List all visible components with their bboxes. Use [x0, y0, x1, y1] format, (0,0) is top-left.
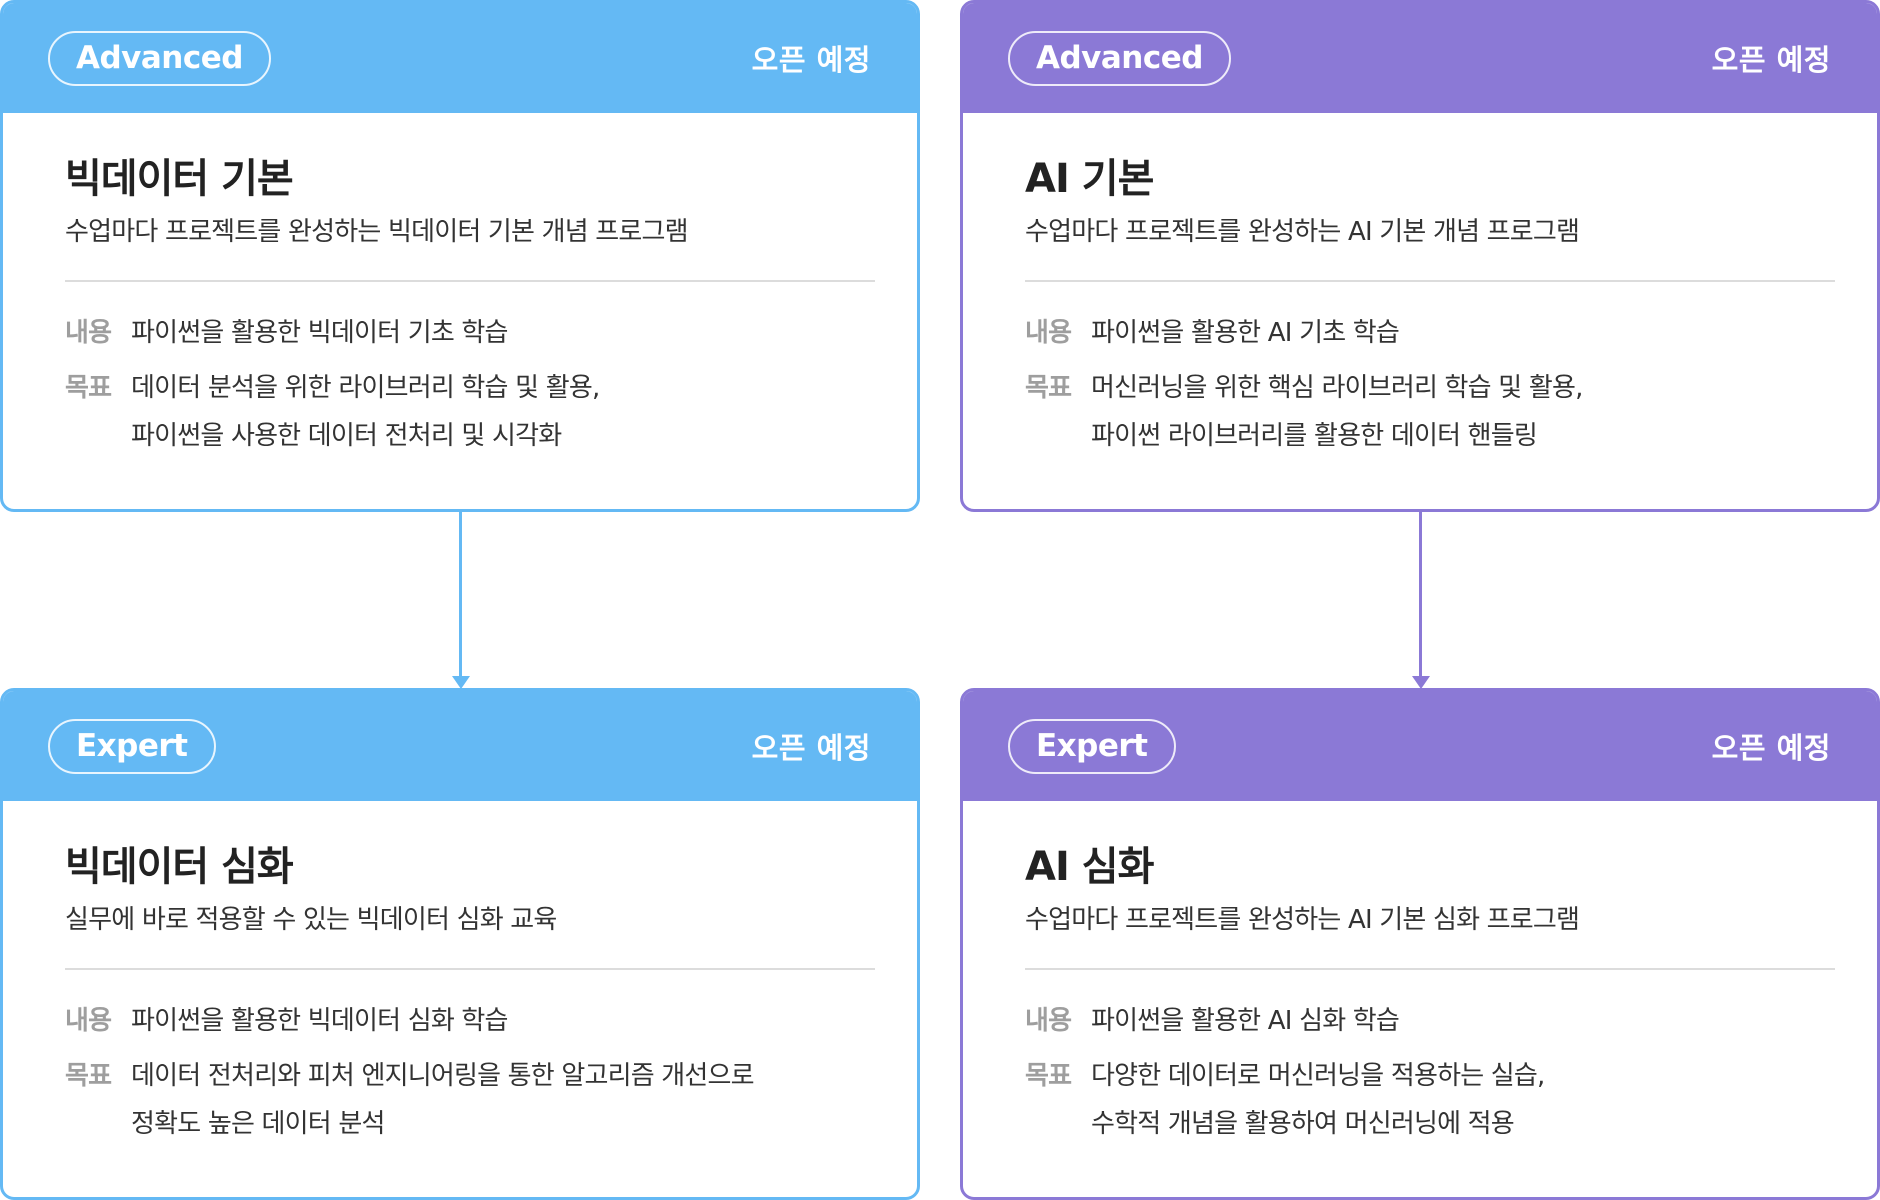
goal-row: 목표 데이터 전처리와 피처 엔지니어링을 통한 알고리즘 개선으로 정확도 높… [65, 1061, 873, 1139]
goal-row: 목표 데이터 분석을 위한 라이브러리 학습 및 활용, 파이썬을 사용한 데이… [65, 373, 873, 451]
card-body: AI 기본 수업마다 프로젝트를 완성하는 AI 기본 개념 프로그램 내용 파… [963, 113, 1877, 452]
content-label: 내용 [65, 318, 112, 349]
course-title: AI 심화 [1025, 844, 1154, 890]
open-status: 오픈 예정 [1711, 43, 1831, 77]
goal-row: 목표 다양한 데이터로 머신러닝을 적용하는 실습, 수학적 개념을 활용하여 … [1025, 1061, 1833, 1139]
course-card-bigdata-basic[interactable]: Advanced 오픈 예정 빅데이터 기본 수업마다 프로젝트를 완성하는 빅… [0, 0, 920, 512]
open-status: 오픈 예정 [1711, 731, 1831, 765]
course-description: 수업마다 프로젝트를 완성하는 AI 기본 심화 프로그램 [1025, 905, 1580, 935]
goal-line: 머신러닝을 위한 핵심 라이브러리 학습 및 활용, [1091, 373, 1583, 404]
content-row: 내용 파이썬을 활용한 빅데이터 심화 학습 [65, 1006, 873, 1037]
card-body: 빅데이터 기본 수업마다 프로젝트를 완성하는 빅데이터 기본 개념 프로그램 … [3, 113, 917, 452]
content-row: 내용 파이썬을 활용한 빅데이터 기초 학습 [65, 318, 873, 349]
course-title: AI 기본 [1025, 156, 1154, 202]
goal-label: 목표 [65, 1061, 112, 1092]
goal-line: 파이썬을 사용한 데이터 전처리 및 시각화 [131, 420, 562, 451]
goal-value: 데이터 전처리와 피처 엔지니어링을 통한 알고리즘 개선으로 정확도 높은 데… [131, 1061, 755, 1139]
card-header: Advanced 오픈 예정 [3, 3, 917, 113]
goal-line: 다양한 데이터로 머신러닝을 적용하는 실습, [1091, 1061, 1545, 1092]
divider [65, 280, 875, 283]
course-title: 빅데이터 기본 [65, 156, 294, 202]
connector-line-ai [1419, 512, 1422, 679]
course-card-ai-advanced[interactable]: Expert 오픈 예정 AI 심화 수업마다 프로젝트를 완성하는 AI 기본… [960, 688, 1880, 1200]
goal-line: 정확도 높은 데이터 분석 [131, 1108, 385, 1139]
divider [1025, 968, 1835, 971]
content-label: 내용 [1025, 1006, 1072, 1037]
course-description: 실무에 바로 적용할 수 있는 빅데이터 심화 교육 [65, 905, 557, 935]
open-status: 오픈 예정 [751, 43, 871, 77]
goal-label: 목표 [65, 373, 112, 404]
content-row: 내용 파이썬을 활용한 AI 기초 학습 [1025, 318, 1833, 349]
course-title: 빅데이터 심화 [65, 844, 294, 890]
goal-value: 다양한 데이터로 머신러닝을 적용하는 실습, 수학적 개념을 활용하여 머신러… [1091, 1061, 1545, 1139]
content-value: 파이썬을 활용한 AI 심화 학습 [1091, 1006, 1400, 1037]
course-description: 수업마다 프로젝트를 완성하는 빅데이터 기본 개념 프로그램 [65, 217, 689, 247]
content-value: 파이썬을 활용한 AI 기초 학습 [1091, 318, 1400, 349]
level-badge: Advanced [48, 30, 271, 86]
goal-label: 목표 [1025, 373, 1072, 404]
connector-line-bigdata [459, 512, 462, 679]
course-card-bigdata-advanced[interactable]: Expert 오픈 예정 빅데이터 심화 실무에 바로 적용할 수 있는 빅데이… [0, 688, 920, 1200]
content-value: 파이썬을 활용한 빅데이터 심화 학습 [131, 1006, 508, 1037]
content-label: 내용 [65, 1006, 112, 1037]
goal-value: 데이터 분석을 위한 라이브러리 학습 및 활용, 파이썬을 사용한 데이터 전… [131, 373, 600, 451]
goal-line: 데이터 분석을 위한 라이브러리 학습 및 활용, [131, 373, 600, 404]
divider [65, 968, 875, 971]
goal-line: 수학적 개념을 활용하여 머신러닝에 적용 [1091, 1108, 1515, 1139]
content-label: 내용 [1025, 318, 1072, 349]
level-badge: Expert [48, 718, 216, 774]
level-badge: Advanced [1008, 30, 1231, 86]
divider [1025, 280, 1835, 283]
goal-line: 파이썬 라이브러리를 활용한 데이터 핸들링 [1091, 420, 1538, 451]
course-description: 수업마다 프로젝트를 완성하는 AI 기본 개념 프로그램 [1025, 217, 1580, 247]
goal-label: 목표 [1025, 1061, 1072, 1092]
course-card-ai-basic[interactable]: Advanced 오픈 예정 AI 기본 수업마다 프로젝트를 완성하는 AI … [960, 0, 1880, 512]
card-header: Expert 오픈 예정 [3, 691, 917, 801]
content-row: 내용 파이썬을 활용한 AI 심화 학습 [1025, 1006, 1833, 1037]
level-badge: Expert [1008, 718, 1176, 774]
card-body: AI 심화 수업마다 프로젝트를 완성하는 AI 기본 심화 프로그램 내용 파… [963, 801, 1877, 1140]
card-body: 빅데이터 심화 실무에 바로 적용할 수 있는 빅데이터 심화 교육 내용 파이… [3, 801, 917, 1140]
card-header: Expert 오픈 예정 [963, 691, 1877, 801]
goal-value: 머신러닝을 위한 핵심 라이브러리 학습 및 활용, 파이썬 라이브러리를 활용… [1091, 373, 1583, 451]
card-header: Advanced 오픈 예정 [963, 3, 1877, 113]
goal-line: 데이터 전처리와 피처 엔지니어링을 통한 알고리즘 개선으로 [131, 1061, 755, 1092]
goal-row: 목표 머신러닝을 위한 핵심 라이브러리 학습 및 활용, 파이썬 라이브러리를… [1025, 373, 1833, 451]
open-status: 오픈 예정 [751, 731, 871, 765]
content-value: 파이썬을 활용한 빅데이터 기초 학습 [131, 318, 508, 349]
